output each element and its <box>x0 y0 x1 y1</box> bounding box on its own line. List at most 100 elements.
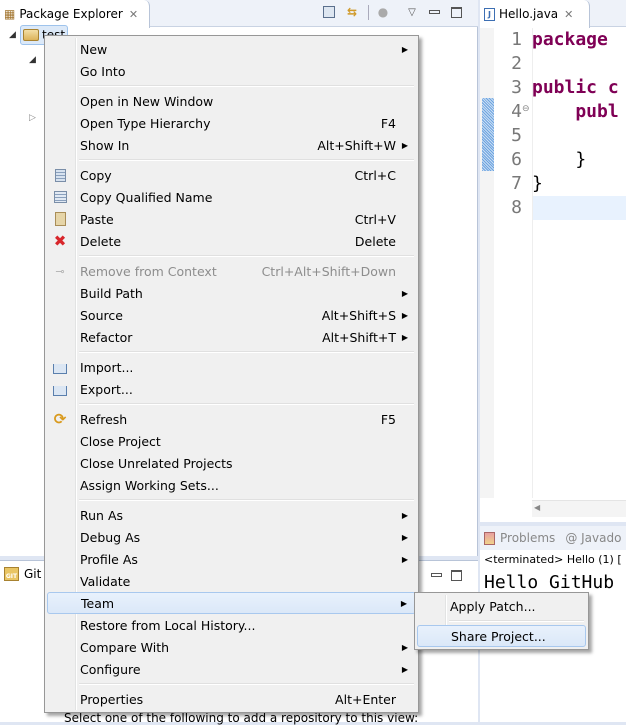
menu-item-validate[interactable]: Validate <box>47 570 416 592</box>
close-icon[interactable]: ✕ <box>564 8 573 21</box>
tab-javadoc[interactable]: @ Javado <box>565 531 621 545</box>
expand-arrow-icon[interactable]: ◢ <box>9 30 16 40</box>
menu-separator <box>47 156 416 164</box>
menu-separator <box>47 82 416 90</box>
menu-item-team[interactable]: Team ▶ <box>47 592 416 614</box>
menu-item-refactor[interactable]: Refactor Alt+Shift+T ▶ <box>47 326 416 348</box>
menu-item-debug-as[interactable]: Debug As ▶ <box>47 526 416 548</box>
code-line: package <box>532 29 608 50</box>
menu-separator <box>47 496 416 504</box>
line-number: 4 <box>511 101 522 122</box>
editor-tab-hello-java[interactable]: J Hello.java ✕ <box>480 0 590 28</box>
menu-item-label: Source <box>80 307 123 323</box>
submenu-arrow-icon: ▶ <box>401 510 408 520</box>
close-icon[interactable]: ✕ <box>129 8 138 21</box>
menu-item-label: Show In <box>80 137 130 153</box>
filter-icon[interactable]: ● <box>375 4 391 20</box>
menu-item-close-unrelated-projects[interactable]: Close Unrelated Projects <box>47 452 416 474</box>
menu-item-share-project[interactable]: Share Project... <box>417 625 586 647</box>
menu-item-label: Go Into <box>80 63 126 79</box>
menu-item-compare-with[interactable]: Compare With ▶ <box>47 636 416 658</box>
menu-item-open-in-new-window[interactable]: Open in New Window <box>47 90 416 112</box>
menu-item-new[interactable]: New ▶ <box>47 38 416 60</box>
menu-separator <box>47 680 416 688</box>
git-repository-icon: GIT <box>4 567 19 581</box>
submenu-arrow-icon: ▶ <box>401 140 408 150</box>
menu-item-label: Paste <box>80 211 114 227</box>
view-menu-icon[interactable]: ▽ <box>404 4 420 20</box>
menu-item-run-as[interactable]: Run As ▶ <box>47 504 416 526</box>
minimize-icon[interactable] <box>428 567 444 583</box>
menu-item-build-path[interactable]: Build Path ▶ <box>47 282 416 304</box>
maximize-icon[interactable] <box>448 4 464 20</box>
menu-item-export[interactable]: Export... <box>47 378 416 400</box>
menu-item-label: Copy <box>80 167 112 183</box>
scroll-left-icon[interactable]: ◀ <box>534 503 540 512</box>
menu-item-import[interactable]: Import... <box>47 356 416 378</box>
git-tab[interactable]: GIT Git <box>0 561 41 587</box>
menu-item-label: Build Path <box>80 285 143 301</box>
menu-item-delete[interactable]: ✖ Delete Delete <box>47 230 416 252</box>
console-tab-bar: Problems @ Javado <box>480 526 626 550</box>
menu-item-label: Apply Patch... <box>450 598 536 614</box>
menu-item-profile-as[interactable]: Profile As ▶ <box>47 548 416 570</box>
code-keyword: public c <box>532 77 619 98</box>
menu-item-go-into[interactable]: Go Into <box>47 60 416 82</box>
paste-icon <box>52 211 68 227</box>
menu-item-label: Close Project <box>80 433 161 449</box>
code-line: } <box>532 149 586 170</box>
code-keyword: package <box>532 29 608 50</box>
horizontal-scrollbar[interactable]: ◀ <box>532 500 626 517</box>
code-area[interactable]: package public c publ }} <box>532 28 626 498</box>
submenu-arrow-icon: ▶ <box>401 532 408 542</box>
line-number: 6 <box>511 149 522 170</box>
editor-panel: J Hello.java ✕ 1 2 3 4 5 6 7 8 package public c … <box>480 0 626 522</box>
menu-item-label: Assign Working Sets... <box>80 477 219 493</box>
line-number: 1 <box>511 29 522 50</box>
menu-item-shortcut: Delete <box>354 233 396 249</box>
menu-item-close-project[interactable]: Close Project <box>47 430 416 452</box>
menu-item-label: Run As <box>80 507 124 523</box>
menu-item-copy-qualified-name[interactable]: Copy Qualified Name <box>47 186 416 208</box>
menu-item-paste[interactable]: Paste Ctrl+V <box>47 208 416 230</box>
expand-arrow-icon[interactable]: ◢ <box>29 55 36 65</box>
menu-separator <box>417 617 586 625</box>
menu-separator <box>47 348 416 356</box>
menu-item-refresh[interactable]: ⟳ Refresh F5 <box>47 408 416 430</box>
menu-item-configure[interactable]: Configure ▶ <box>47 658 416 680</box>
menu-item-label: Remove from Context <box>80 263 217 279</box>
menu-separator <box>47 400 416 408</box>
import-icon <box>52 359 68 375</box>
submenu-arrow-icon: ▶ <box>401 44 408 54</box>
menu-item-show-in[interactable]: Show In Alt+Shift+W ▶ <box>47 134 416 156</box>
menu-item-copy[interactable]: Copy Ctrl+C <box>47 164 416 186</box>
console-output: Hello GitHub <box>484 572 615 593</box>
collapsed-arrow-icon[interactable]: ▷ <box>29 113 36 123</box>
code-line: publ <box>532 101 618 122</box>
code-line: public c <box>532 77 619 98</box>
menu-item-label: Open in New Window <box>80 93 214 109</box>
menu-item-properties[interactable]: Properties Alt+Enter <box>47 688 416 710</box>
link-with-editor-icon[interactable]: ⇆ <box>344 4 360 20</box>
submenu-arrow-icon: ▶ <box>401 332 408 342</box>
tab-problems[interactable]: Problems <box>500 531 555 545</box>
menu-item-label: Export... <box>80 381 133 397</box>
menu-item-remove-from-context: ⊸ Remove from Context Ctrl+Alt+Shift+Down <box>47 260 416 282</box>
collapse-all-icon[interactable] <box>321 4 337 20</box>
minimize-icon[interactable] <box>426 4 442 20</box>
package-explorer-tab[interactable]: ▦ Package Explorer ✕ <box>0 0 150 28</box>
menu-item-open-type-hierarchy[interactable]: Open Type Hierarchy F4 <box>47 112 416 134</box>
submenu-arrow-icon: ▶ <box>400 598 407 608</box>
menu-item-label: New <box>80 41 108 57</box>
menu-item-restore-from-local-history[interactable]: Restore from Local History... <box>47 614 416 636</box>
fold-icon[interactable]: ⊖ <box>522 104 530 114</box>
context-menu: New ▶ Go Into Open in New Window Open Type H… <box>44 35 419 713</box>
menu-item-apply-patch[interactable]: Apply Patch... <box>417 595 586 617</box>
menu-item-shortcut: Ctrl+C <box>354 167 396 183</box>
menu-item-shortcut: F4 <box>380 115 396 131</box>
menu-item-label: Team <box>81 595 115 611</box>
menu-item-assign-working-sets[interactable]: Assign Working Sets... <box>47 474 416 496</box>
maximize-icon[interactable] <box>448 567 464 583</box>
toolbar-separator <box>368 5 369 20</box>
menu-item-source[interactable]: Source Alt+Shift+S ▶ <box>47 304 416 326</box>
